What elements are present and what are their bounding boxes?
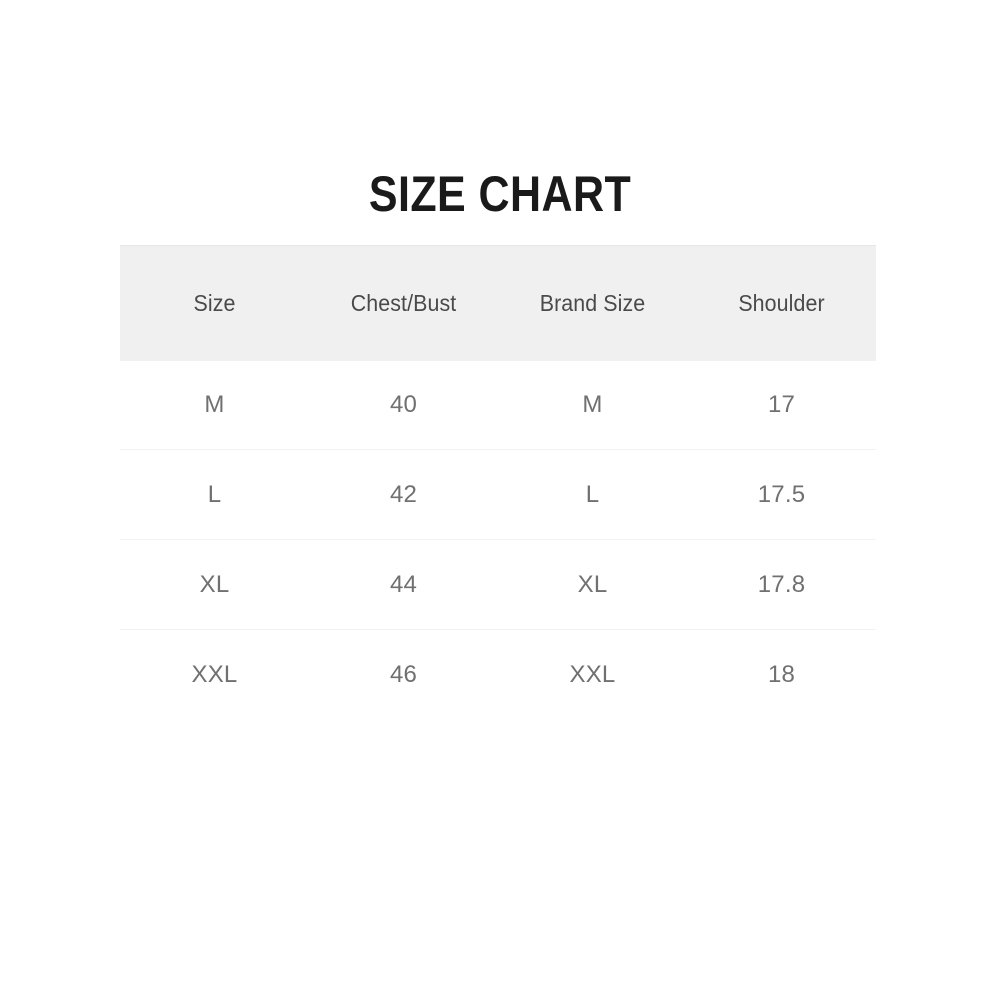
column-header-brand-size: Brand Size [504, 245, 681, 361]
column-header-chest-bust: Chest/Bust [315, 245, 492, 361]
cell-chest-bust: 40 [309, 361, 498, 450]
cell-shoulder: 18 [687, 629, 876, 719]
cell-shoulder: 17 [687, 361, 876, 450]
table-row: XL 44 XL 17.8 [120, 539, 876, 630]
cell-size: L [120, 449, 309, 540]
cell-chest-bust: 44 [309, 539, 498, 630]
table-header-row: Size Chest/Bust Brand Size Shoulder [120, 245, 876, 361]
size-chart-page: SIZE CHART Size Chest/Bust Brand Size Sh… [0, 0, 1000, 1000]
cell-size: M [120, 361, 309, 450]
size-chart-table: Size Chest/Bust Brand Size Shoulder M 40… [120, 245, 876, 719]
table-row: L 42 L 17.5 [120, 449, 876, 540]
cell-shoulder: 17.8 [687, 539, 876, 630]
table-body: M 40 M 17 L 42 L 17.5 XL 44 XL 17.8 XXL … [120, 361, 876, 719]
cell-size: XL [120, 539, 309, 630]
cell-brand-size: XL [498, 539, 687, 630]
cell-brand-size: M [498, 361, 687, 450]
cell-chest-bust: 46 [309, 629, 498, 719]
cell-brand-size: L [498, 449, 687, 540]
table-row: M 40 M 17 [120, 361, 876, 450]
cell-brand-size: XXL [498, 629, 687, 719]
cell-shoulder: 17.5 [687, 449, 876, 540]
table-row: XXL 46 XXL 18 [120, 629, 876, 719]
page-title: SIZE CHART [368, 166, 632, 222]
column-header-shoulder: Shoulder [693, 245, 870, 361]
cell-chest-bust: 42 [309, 449, 498, 540]
cell-size: XXL [120, 629, 309, 719]
column-header-size: Size [126, 245, 303, 361]
table-header: Size Chest/Bust Brand Size Shoulder [120, 245, 876, 361]
